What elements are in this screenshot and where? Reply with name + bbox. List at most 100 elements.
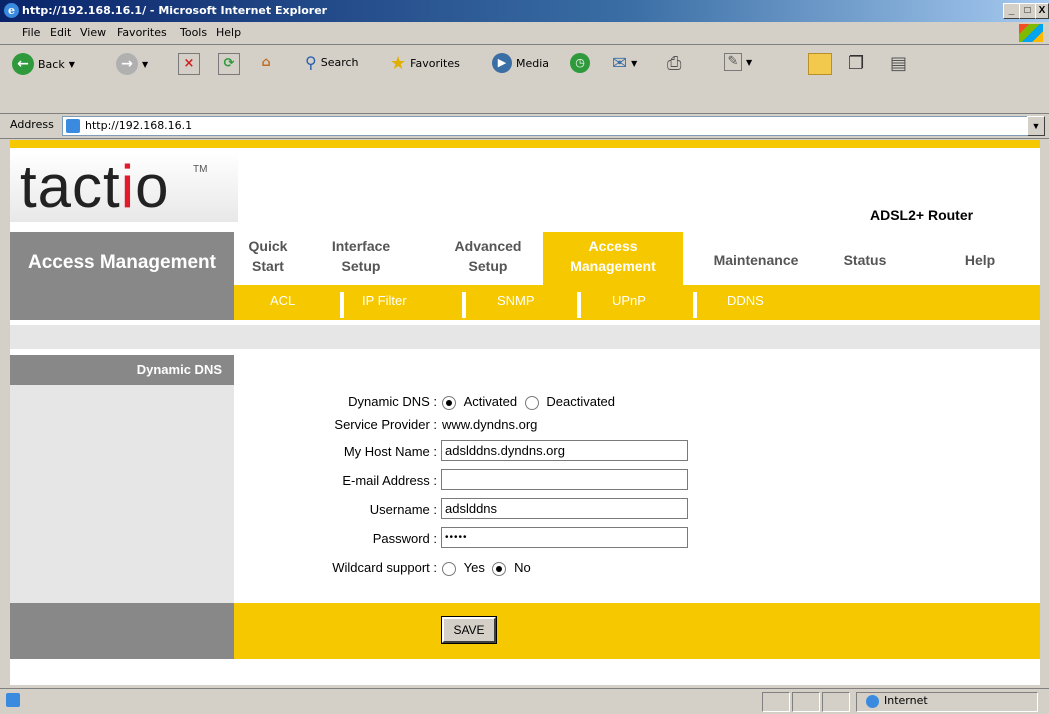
minimize-button[interactable]: _ xyxy=(1003,3,1020,19)
footer-left-panel xyxy=(10,603,234,659)
section-heading: Dynamic DNS xyxy=(136,362,222,377)
wildcard-no-radio[interactable] xyxy=(492,561,507,576)
address-input[interactable]: http://192.168.16.1 xyxy=(62,116,1032,136)
print-button[interactable]: ⎙ xyxy=(667,53,681,74)
history-icon: ◷ xyxy=(570,53,590,73)
mail-button[interactable]: ✉ ▼ xyxy=(612,53,637,74)
messenger-button[interactable]: ❐ xyxy=(848,53,864,74)
email-label: E-mail Address : xyxy=(342,473,437,488)
home-icon: ⌂ xyxy=(261,55,271,70)
tab-interface-setup[interactable]: Interface Setup xyxy=(318,236,404,276)
password-label: Password : xyxy=(372,531,437,546)
search-icon: ⚲ xyxy=(305,53,317,72)
menu-view[interactable]: View xyxy=(80,26,106,39)
favorites-button[interactable]: ★ Favorites xyxy=(390,53,460,74)
menu-edit[interactable]: Edit xyxy=(50,26,71,39)
favorites-label: Favorites xyxy=(410,57,460,70)
tab-label: Maintenance xyxy=(713,252,799,268)
globe-icon xyxy=(866,695,879,708)
address-label: Address xyxy=(10,118,54,131)
folder-icon xyxy=(808,53,832,75)
tab-label: Advanced xyxy=(454,238,522,254)
username-label: Username : xyxy=(369,502,437,517)
activated-label: Activated xyxy=(463,394,518,409)
close-button[interactable]: X xyxy=(1035,3,1049,19)
tab-help[interactable]: Help xyxy=(950,250,1010,270)
tab-status[interactable]: Status xyxy=(830,250,900,270)
discuss-button[interactable] xyxy=(808,53,832,75)
chevron-down-icon: ▼ xyxy=(142,59,149,69)
address-url: http://192.168.16.1 xyxy=(85,119,193,132)
tab-maintenance[interactable]: Maintenance xyxy=(700,250,812,270)
ie-logo-icon: e xyxy=(4,3,19,18)
service-provider-label: Service Provider : xyxy=(334,417,437,432)
chevron-down-icon: ▼ xyxy=(631,59,638,68)
tab-quick-start[interactable]: Quick Start xyxy=(242,236,294,276)
tab-access-management[interactable]: Access Management xyxy=(548,236,678,276)
subtab-snmp[interactable]: SNMP xyxy=(497,293,535,308)
nav-section-panel xyxy=(10,232,234,320)
tab-advanced-setup[interactable]: Advanced Setup xyxy=(440,236,536,276)
search-button[interactable]: ⚲ Search xyxy=(305,53,359,72)
tab-label: Interface xyxy=(331,238,391,254)
subtab-ddns[interactable]: DDNS xyxy=(727,293,764,308)
username-input[interactable]: adslddns xyxy=(441,498,688,519)
forward-button[interactable]: → ▼ xyxy=(116,53,148,75)
media-button[interactable]: ▶ Media xyxy=(492,53,549,73)
tab-label: Access xyxy=(588,238,638,254)
dynamic-dns-options: Activated Deactivated xyxy=(442,394,615,410)
wildcard-yes-label: Yes xyxy=(463,560,485,575)
subtab-acl[interactable]: ACL xyxy=(270,293,295,308)
chevron-down-icon: ▼ xyxy=(746,57,753,67)
deactivated-radio[interactable] xyxy=(524,395,539,410)
back-button[interactable]: ← Back ▼ xyxy=(12,53,75,75)
subtab-ip-filter[interactable]: IP Filter xyxy=(362,293,407,308)
star-icon: ★ xyxy=(390,53,407,74)
wildcard-label: Wildcard support : xyxy=(332,560,437,575)
status-pane xyxy=(762,692,790,712)
menu-file[interactable]: File xyxy=(22,26,40,39)
messenger-icon: ❐ xyxy=(848,53,865,74)
zone-label: Internet xyxy=(884,694,928,707)
tactio-logo: tactio xyxy=(20,152,169,221)
forward-arrow-icon: → xyxy=(116,53,138,75)
menu-favorites[interactable]: Favorites xyxy=(117,26,167,39)
menu-help[interactable]: Help xyxy=(216,26,241,39)
subtab-separator xyxy=(462,292,466,318)
save-button[interactable]: SAVE xyxy=(441,616,497,644)
history-button[interactable]: ◷ xyxy=(570,53,590,73)
maximize-button[interactable]: □ xyxy=(1019,3,1036,19)
stop-button[interactable]: × xyxy=(178,53,200,75)
status-pane xyxy=(822,692,850,712)
subtab-upnp[interactable]: UPnP xyxy=(612,293,646,308)
back-label: Back xyxy=(38,57,65,71)
activated-radio[interactable] xyxy=(442,395,456,410)
left-column xyxy=(10,355,234,605)
host-name-input[interactable]: adslddns.dyndns.org xyxy=(441,440,688,461)
media-icon: ▶ xyxy=(492,53,512,73)
media-label: Media xyxy=(516,56,550,70)
research-button[interactable]: ▤ xyxy=(890,53,907,74)
address-dropdown-button[interactable]: ▼ xyxy=(1027,116,1045,136)
nav-section-title: Access Management xyxy=(28,252,216,273)
research-icon: ▤ xyxy=(890,53,908,74)
tab-label: Setup xyxy=(468,258,508,274)
wildcard-no-label: No xyxy=(514,560,531,575)
logo-text-i: i xyxy=(120,153,136,220)
email-input[interactable] xyxy=(441,469,688,490)
tab-label: Help xyxy=(964,252,996,268)
home-button[interactable]: ⌂ xyxy=(256,53,276,73)
divider-strip xyxy=(10,325,1040,349)
search-label: Search xyxy=(320,56,359,69)
edit-button[interactable]: ✎ ▼ xyxy=(724,53,752,71)
page-icon xyxy=(66,119,80,133)
refresh-button[interactable]: ⟳ xyxy=(218,53,240,75)
wildcard-yes-radio[interactable] xyxy=(442,561,456,576)
menu-bar: File Edit View Favorites Tools Help xyxy=(0,22,1049,45)
service-provider-value: www.dyndns.org xyxy=(442,417,538,432)
password-input[interactable]: ••••• xyxy=(441,527,688,548)
chevron-down-icon: ▼ xyxy=(68,59,75,69)
host-name-label: My Host Name : xyxy=(343,444,437,459)
menu-tools[interactable]: Tools xyxy=(180,26,207,39)
tab-label: Setup xyxy=(341,258,381,274)
